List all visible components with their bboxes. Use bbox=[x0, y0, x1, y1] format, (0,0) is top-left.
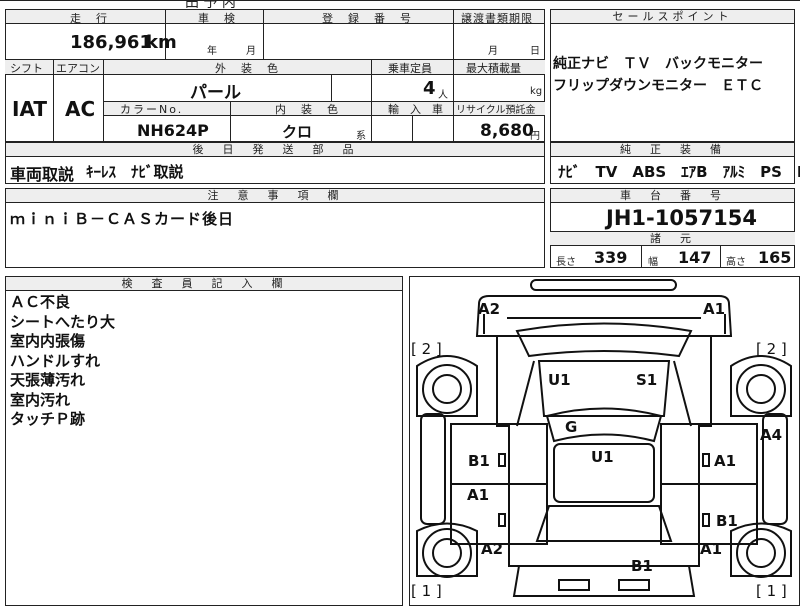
equipment-header: 純 正 装 備 bbox=[550, 142, 795, 157]
recycle-value: 8,680 bbox=[480, 121, 534, 141]
interior-color-value: クロ bbox=[282, 123, 313, 141]
exterior-header: 外 装 色 bbox=[215, 62, 280, 75]
capacity-unit: 人 bbox=[438, 90, 448, 101]
mileage-value: 186,961 bbox=[70, 32, 152, 53]
inspector-line: タッチＰ跡 bbox=[10, 410, 86, 428]
registration-header: 登 録 番 号 bbox=[322, 12, 413, 25]
recycle-header: リサイクル預託金 bbox=[456, 105, 536, 116]
ac-value: AC bbox=[65, 97, 96, 121]
damage-code: A1 bbox=[703, 300, 726, 318]
rear-window-shape bbox=[535, 505, 673, 542]
chassis-number: JH1-1057154 bbox=[606, 206, 757, 230]
inspection-month-label: 月 bbox=[246, 46, 256, 57]
front-left-wheel bbox=[422, 364, 472, 414]
side-view-marker: [ 1 ] bbox=[411, 582, 442, 600]
inspector-line: ハンドルすれ bbox=[10, 351, 101, 370]
color-no-value: NH624P bbox=[137, 121, 209, 140]
inspector-line: 天張薄汚れ bbox=[10, 371, 86, 389]
damage-code: B1 bbox=[631, 557, 653, 575]
inspector-line: シートへたり大 bbox=[10, 312, 116, 331]
damage-code: B1 bbox=[716, 512, 738, 530]
shift-value: IAT bbox=[12, 97, 48, 121]
left-sill-shape bbox=[420, 413, 446, 525]
ac-header: エアコン bbox=[56, 62, 100, 75]
sales-header: セールスポイント bbox=[550, 9, 795, 24]
interior-header: 内 装 色 bbox=[275, 103, 340, 116]
chassis-header: 車 台 番 号 bbox=[550, 188, 795, 203]
damage-code: A2 bbox=[481, 540, 504, 558]
exterior-color-value: パール bbox=[190, 83, 241, 103]
hood-shape bbox=[475, 295, 733, 337]
inspector-notes: ＡＣ不良 シートへたり大 室内内張傷 ハンドルすれ 天張薄汚れ 室内汚れ タッチ… bbox=[10, 293, 115, 430]
top-border bbox=[0, 0, 800, 1]
damage-code: B1 bbox=[468, 452, 490, 470]
length-value: 339 bbox=[594, 248, 628, 267]
rear-bumper-shape bbox=[512, 565, 696, 597]
damage-code: A1 bbox=[700, 540, 723, 558]
import-header: 輸 入 車 bbox=[388, 103, 443, 116]
side-view-marker: [ 2 ] bbox=[756, 340, 787, 358]
capacity-header: 乗車定員 bbox=[388, 62, 432, 75]
mileage-header: 走 行 bbox=[70, 12, 109, 25]
sales-line-2: フリップダウンモニター ＥＴＣ bbox=[553, 78, 763, 94]
inspector-header: 検 査 員 記 入 欄 bbox=[5, 276, 403, 291]
height-value: 165 bbox=[758, 248, 792, 267]
interior-suffix: 系 bbox=[356, 131, 366, 142]
damage-code: A4 bbox=[760, 426, 783, 444]
damage-code: U1 bbox=[591, 448, 614, 466]
load-unit: kg bbox=[530, 86, 543, 97]
inspector-line: ＡＣ不良 bbox=[10, 293, 71, 311]
parts-text-bold: 車両取説 bbox=[10, 165, 75, 184]
transfer-header: 譲渡書類期限 bbox=[461, 12, 533, 25]
car-diagram bbox=[416, 279, 792, 597]
inspection-header: 車 検 bbox=[198, 12, 237, 25]
shift-header: シフト bbox=[10, 62, 43, 75]
front-right-wheel bbox=[736, 364, 786, 414]
notes-text: ｍｉｎｉＢ－ＣＡＳカード後日 bbox=[10, 210, 235, 228]
capacity-value: 4 bbox=[423, 78, 436, 99]
side-view-marker: [ 1 ] bbox=[756, 582, 787, 600]
rear-left-wheel bbox=[422, 528, 472, 578]
parts-text-rest: ｷｰﾚｽ ﾅﾋﾞ取説 bbox=[86, 163, 184, 181]
side-view-marker: [ 2 ] bbox=[411, 340, 442, 358]
color-no-header: カラーNo. bbox=[120, 103, 184, 116]
transfer-month-label: 月 bbox=[488, 46, 498, 57]
length-label: 長さ bbox=[556, 257, 576, 268]
height-label: 高さ bbox=[726, 257, 746, 268]
width-value: 147 bbox=[678, 248, 712, 267]
recycle-unit: 円 bbox=[530, 131, 540, 142]
notes-header: 注 意 事 項 欄 bbox=[5, 188, 545, 203]
transfer-day-label: 日 bbox=[530, 46, 540, 57]
damage-code: G bbox=[565, 418, 578, 436]
inspection-year-label: 年 bbox=[207, 46, 217, 57]
parts-header: 後 日 発 送 部 品 bbox=[5, 142, 545, 157]
load-header: 最大積載量 bbox=[466, 62, 521, 75]
damage-code: U1 bbox=[548, 371, 571, 389]
inspector-line: 室内汚れ bbox=[10, 390, 71, 409]
front-bumper-shape bbox=[530, 279, 677, 291]
windshield-shape bbox=[515, 322, 693, 358]
dimensions-header: 諸 元 bbox=[550, 231, 795, 246]
damage-code: A1 bbox=[714, 452, 737, 470]
rear-right-wheel bbox=[736, 528, 786, 578]
sales-line-1: 純正ナビ ＴＶ バックモニター bbox=[553, 56, 763, 72]
equipment-value: ﾅﾋﾞ TV ABS ｴｱB ｱﾙﾐ PS PW bbox=[558, 163, 800, 181]
damage-code: A1 bbox=[467, 486, 490, 504]
width-label: 幅 bbox=[648, 257, 658, 268]
mileage-unit: km bbox=[146, 32, 177, 53]
damage-code: A2 bbox=[478, 300, 501, 318]
damage-code: S1 bbox=[636, 371, 658, 389]
inspector-line: 室内内張傷 bbox=[10, 332, 86, 350]
